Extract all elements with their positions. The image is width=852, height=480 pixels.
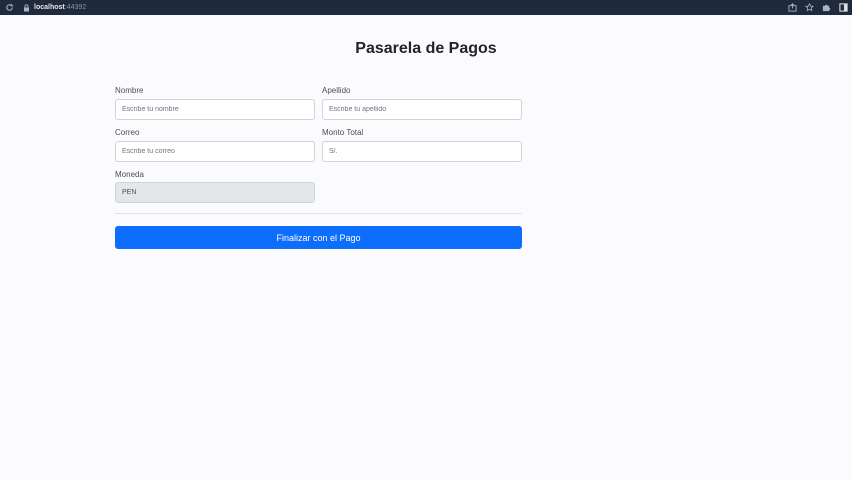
sidebar-icon[interactable] <box>838 2 848 12</box>
browser-toolbar: localhost:44392 <box>0 0 852 15</box>
extensions-icon[interactable] <box>821 2 831 12</box>
apellido-input[interactable] <box>322 99 522 120</box>
moneda-input <box>115 182 315 203</box>
form-divider <box>115 213 522 214</box>
page-title: Pasarela de Pagos <box>355 40 497 57</box>
share-icon[interactable] <box>787 2 797 12</box>
correo-input[interactable] <box>115 141 315 162</box>
monto-total-input[interactable] <box>322 141 522 162</box>
moneda-label: Moneda <box>115 170 144 179</box>
star-icon[interactable] <box>804 2 814 12</box>
reload-icon[interactable] <box>4 3 14 13</box>
correo-label: Correo <box>115 128 140 137</box>
lock-icon[interactable] <box>22 3 30 12</box>
nombre-input[interactable] <box>115 99 315 120</box>
apellido-label: Apellido <box>322 86 351 95</box>
finalizar-pago-button[interactable]: Finalizar con el Pago <box>115 226 522 249</box>
monto-total-label: Monto Total <box>322 128 364 137</box>
url-port: :44392 <box>64 4 87 11</box>
address-bar[interactable]: localhost:44392 <box>34 0 86 15</box>
url-host: localhost <box>34 4 65 11</box>
nombre-label: Nombre <box>115 86 144 95</box>
